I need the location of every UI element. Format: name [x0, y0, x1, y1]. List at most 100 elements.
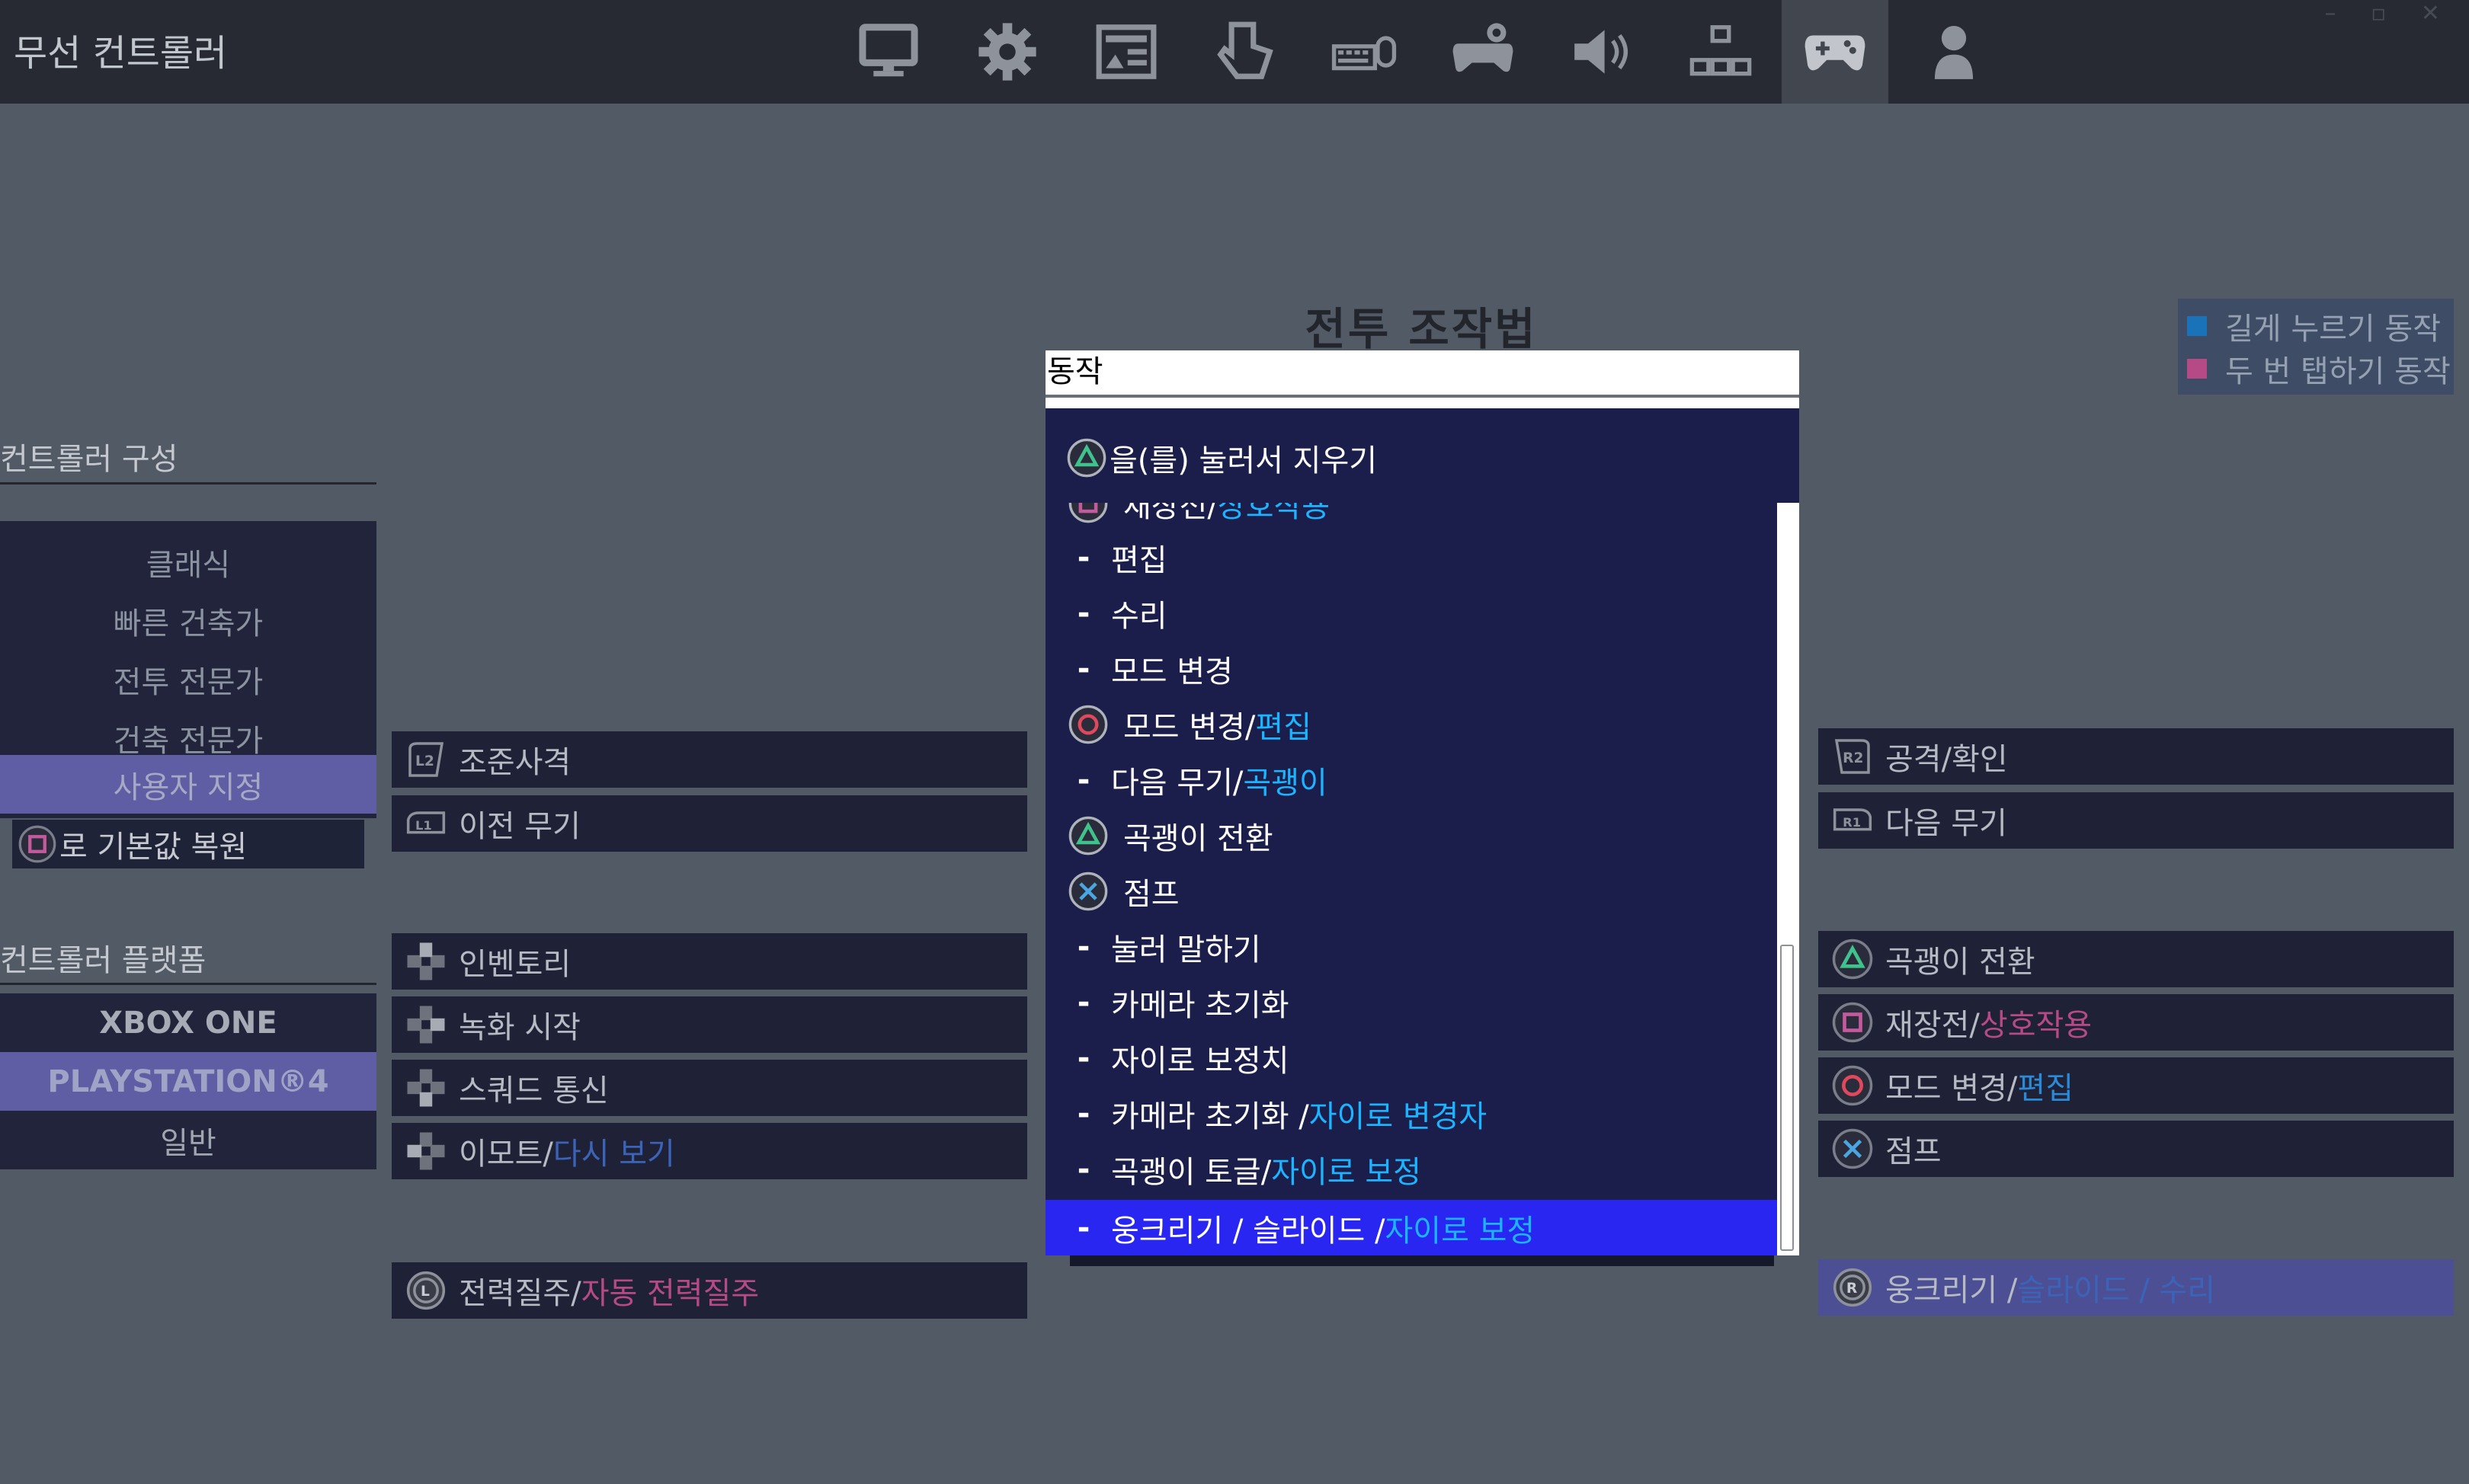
- top-bar: 무선 컨트롤러 – ▫ ✕: [0, 0, 2469, 104]
- dropdown-shadow: [1070, 1255, 1774, 1266]
- list-item-label: 웅크리기 / 슬라이드 /: [1111, 1213, 1385, 1249]
- touch-tab[interactable]: [1192, 0, 1299, 104]
- binding-circle[interactable]: 모드 변경/ 편집: [1818, 1057, 2454, 1114]
- list-item-label: 곡괭이 토글/: [1111, 1154, 1272, 1190]
- list-item[interactable]: 모드 변경/편집: [1046, 696, 1777, 752]
- circle-button-icon: [1067, 703, 1110, 746]
- binding-square-double-tap-action: 상호작용: [1979, 1008, 2093, 1043]
- dpad-left-icon: [404, 1129, 448, 1173]
- platform-xbox-one[interactable]: XBOX ONE: [0, 993, 376, 1052]
- binding-dpad-up-action: 인벤토리: [459, 947, 572, 982]
- game-ui-tab[interactable]: [1073, 0, 1180, 104]
- divider: [0, 983, 376, 985]
- dash-marker: -: [1077, 1095, 1090, 1131]
- wireless-controller-tab[interactable]: [1782, 0, 1888, 104]
- app-title: 무선 컨트롤러: [14, 32, 228, 75]
- list-item[interactable]: - 카메라 초기화: [1046, 974, 1777, 1030]
- list-item[interactable]: - 수리: [1046, 585, 1777, 641]
- list-item[interactable]: - 모드 변경: [1046, 641, 1777, 696]
- legend-double-tap: 두 번 탭하기 동작: [2187, 347, 2451, 390]
- display-tab[interactable]: [835, 0, 942, 104]
- keyboard-mouse-tab[interactable]: [1311, 0, 1417, 104]
- triangle-button-icon: [1065, 437, 1108, 479]
- list-item[interactable]: - 카메라 초기화 / 자이로 변경자: [1046, 1086, 1777, 1141]
- list-item[interactable]: - 눌러 말하기: [1046, 919, 1777, 974]
- account-tab[interactable]: [1901, 0, 2007, 104]
- svg-text:L: L: [421, 1284, 430, 1300]
- binding-l1-action: 이전 무기: [459, 809, 581, 844]
- binding-triangle-action: 곡괭이 전환: [1885, 945, 2035, 980]
- list-item-label: 모드 변경/: [1123, 709, 1256, 745]
- controller-settings-tab[interactable]: [1430, 0, 1536, 104]
- list-item[interactable]: - 다음 무기/곡괭이: [1046, 752, 1777, 808]
- list-item-extra: 상호작용: [1217, 503, 1331, 524]
- square-icon: [1830, 1000, 1875, 1044]
- binding-dpad-right[interactable]: 녹화 시작: [392, 996, 1027, 1053]
- list-item[interactable]: - 자이로 보정치: [1046, 1030, 1777, 1086]
- list-item[interactable]: - 편집: [1046, 529, 1777, 585]
- binding-dpad-down[interactable]: 스쿼드 통신: [392, 1060, 1027, 1116]
- binding-square[interactable]: 재장전/ 상호작용: [1818, 994, 2454, 1051]
- binding-cross[interactable]: 점프: [1818, 1121, 2454, 1177]
- legend-hold: 길게 누르기 동작: [2187, 305, 2441, 347]
- svg-text:L2: L2: [415, 753, 434, 769]
- binding-dpad-left[interactable]: 이모트/ 다시 보기: [392, 1123, 1027, 1179]
- binding-triangle[interactable]: 곡괭이 전환: [1818, 931, 2454, 987]
- user-icon: [1934, 25, 1974, 79]
- svg-text:R: R: [1846, 1281, 1857, 1297]
- preset-combat-pro[interactable]: 전투 전문가: [0, 650, 376, 708]
- platform-generic[interactable]: 일반: [0, 1111, 376, 1169]
- restore-defaults-label: 로 기본값 복원: [59, 830, 248, 865]
- list-item-extra: 자이로 보정: [1271, 1154, 1421, 1190]
- list-item-label: 다음 무기/: [1111, 765, 1244, 801]
- binding-r3[interactable]: R 웅크리기 / 슬라이드 / 수리: [1818, 1259, 2454, 1316]
- speaker-icon: [1574, 30, 1628, 74]
- binding-dpad-up[interactable]: 인벤토리: [392, 933, 1027, 990]
- dash-marker: -: [1077, 651, 1090, 686]
- scrollbar-thumb[interactable]: [1780, 945, 1794, 1251]
- dash-marker: -: [1077, 762, 1090, 798]
- list-item[interactable]: 점프: [1046, 863, 1777, 919]
- divider: [0, 482, 376, 485]
- list-item-label: 카메라 초기화: [1111, 987, 1289, 1023]
- binding-dpad-left-action: 이모트/: [459, 1137, 553, 1172]
- binding-l3[interactable]: L 전력질주/ 자동 전력질주: [392, 1262, 1027, 1319]
- list-item[interactable]: - 곡괭이 토글/자이로 보정: [1046, 1141, 1777, 1197]
- triangle-icon: [1830, 937, 1875, 981]
- action-search-input[interactable]: 동작: [1046, 350, 1799, 398]
- binding-square-action: 재장전/: [1885, 1008, 1980, 1043]
- list-item[interactable]: 곡괭이 전환: [1046, 808, 1777, 863]
- list-item-label: 재장전/: [1123, 503, 1218, 524]
- preset-builder-pro-fast[interactable]: 빠른 건축가: [0, 591, 376, 650]
- svg-text:R1: R1: [1843, 815, 1861, 830]
- binding-r1[interactable]: R1 다음 무기: [1818, 792, 2454, 849]
- restore-defaults-button[interactable]: 로 기본값 복원: [12, 820, 364, 868]
- binding-cross-action: 점프: [1885, 1134, 1942, 1169]
- binding-r2[interactable]: R2 공격/확인: [1818, 728, 2454, 785]
- action-dropdown-list[interactable]: 재장전/상호작용 - 편집 - 수리 - 모드 변경 모드 변경/편집 - 다음 무기/…: [1046, 503, 1777, 1255]
- settings-tab[interactable]: [954, 0, 1061, 104]
- cross-icon: [1830, 1127, 1875, 1171]
- cross-button-icon: [1067, 870, 1110, 913]
- platform-playstation4[interactable]: PLAYSTATION®4: [0, 1052, 376, 1111]
- list-item-label: 자이로 보정치: [1111, 1043, 1289, 1079]
- window-controls[interactable]: – ▫ ✕: [2324, 0, 2454, 27]
- binding-l1[interactable]: L1 이전 무기: [392, 795, 1027, 852]
- list-item-selected[interactable]: - 웅크리기 / 슬라이드 / 자이로 보정: [1046, 1200, 1777, 1255]
- binding-l2[interactable]: L2 조준사격: [392, 731, 1027, 788]
- legend-double-tap-label: 두 번 탭하기 동작: [2225, 354, 2451, 389]
- gear-icon: [978, 23, 1036, 81]
- preset-custom[interactable]: 사용자 지정: [0, 755, 376, 814]
- list-item-label: 수리: [1111, 598, 1167, 634]
- page-title: 전투 조작법: [1305, 303, 1538, 355]
- audio-tab[interactable]: [1548, 0, 1655, 104]
- clear-hint-label: 을(를) 눌러서 지우기: [1110, 443, 1378, 478]
- list-item[interactable]: 재장전/상호작용: [1046, 503, 1777, 531]
- dpad-right-icon: [404, 1003, 448, 1047]
- dropdown-scrollbar[interactable]: [1777, 503, 1799, 1255]
- svg-text:R2: R2: [1843, 750, 1863, 766]
- accessibility-tab[interactable]: [1667, 0, 1774, 104]
- dash-marker: -: [1077, 1210, 1090, 1246]
- action-legend: 길게 누르기 동작 두 번 탭하기 동작: [2178, 299, 2454, 395]
- preset-classic[interactable]: 클래식: [0, 533, 376, 591]
